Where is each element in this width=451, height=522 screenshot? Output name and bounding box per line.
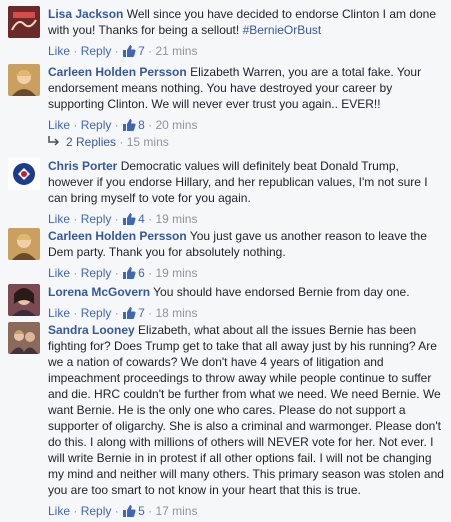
like-link[interactable]: Like [48,266,70,280]
commenter-name[interactable]: Lorena McGovern [48,285,150,299]
commenter-name[interactable]: Carleen Holden Persson [48,65,187,79]
like-link[interactable]: Like [48,118,70,132]
comment-actions: Like · Reply · 7 · 21 mins [48,43,447,62]
timestamp[interactable]: 19 mins [155,266,197,280]
reply-arrow-icon [48,134,62,150]
timestamp[interactable]: 19 mins [155,212,197,226]
avatar[interactable] [8,64,40,96]
replies-label[interactable]: 2 Replies [66,135,116,149]
comment-text: You should have endorsed Bernie from day… [153,285,410,299]
commenter-name[interactable]: Lisa Jackson [48,7,123,21]
thumbs-up-icon[interactable] [122,266,136,284]
timestamp[interactable]: 18 mins [155,306,197,320]
reply-link[interactable]: Reply [81,44,112,58]
thumbs-up-icon[interactable] [122,44,136,62]
avatar[interactable] [8,158,40,190]
like-link[interactable]: Like [48,504,70,518]
comment-actions: Like · Reply · 6 · 19 mins [48,265,447,284]
like-link[interactable]: Like [48,306,70,320]
reply-link[interactable]: Reply [81,504,112,518]
like-count[interactable]: 4 [138,212,145,226]
commenter-name[interactable]: Chris Porter [48,159,117,173]
like-count[interactable]: 7 [138,306,145,320]
view-replies-link[interactable]: 2 Replies · 15 mins [48,134,169,150]
like-count[interactable]: 7 [138,44,145,58]
timestamp[interactable]: 20 mins [155,118,197,132]
like-count[interactable]: 6 [138,266,145,280]
reply-link[interactable]: Reply [81,212,112,226]
like-count[interactable]: 8 [138,118,145,132]
like-link[interactable]: Like [48,44,70,58]
comment-text: Elizabeth, what about all the issues Ber… [48,323,444,497]
thumbs-up-icon[interactable] [122,504,136,522]
commenter-name[interactable]: Sandra Looney [48,323,135,337]
replies-time: 15 mins [126,135,169,149]
hashtag-link[interactable]: #BernieOrBust [243,23,322,37]
timestamp[interactable]: 17 mins [155,504,197,518]
reply-link[interactable]: Reply [81,306,112,320]
avatar[interactable] [8,228,40,260]
like-count[interactable]: 5 [138,504,145,518]
like-link[interactable]: Like [48,212,70,226]
commenter-name[interactable]: Carleen Holden Persson [48,229,187,243]
comment-actions: Like · Reply · 5 · 17 mins [48,503,447,522]
reply-link[interactable]: Reply [81,266,112,280]
avatar[interactable] [8,284,40,316]
avatar[interactable] [8,6,40,38]
comment-feed: Lisa Jackson Well since you have decided… [0,0,451,518]
avatar[interactable] [8,322,40,354]
timestamp[interactable]: 21 mins [155,44,197,58]
reply-link[interactable]: Reply [81,118,112,132]
